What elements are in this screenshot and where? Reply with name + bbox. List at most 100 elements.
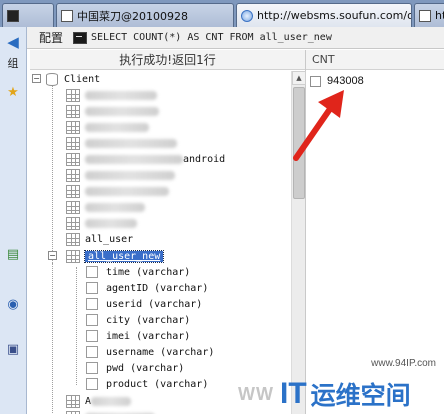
tree-line xyxy=(52,263,53,413)
tab-caidao[interactable]: 中国菜刀@20100928 xyxy=(56,3,234,27)
tree-table-item[interactable] xyxy=(66,135,177,151)
tree-column-item[interactable]: username (varchar) xyxy=(86,344,214,360)
tree-node-label: agentID (varchar) xyxy=(106,282,209,294)
tree-node-label: Client xyxy=(64,73,101,85)
table-icon xyxy=(66,88,80,102)
tree-column-item[interactable]: pwd (varchar) xyxy=(86,360,184,376)
watermark-it: IT xyxy=(279,377,307,410)
column-icon xyxy=(86,378,98,390)
computer-icon[interactable]: ▣ xyxy=(4,340,22,358)
tree-table-item[interactable] xyxy=(66,103,159,119)
table-icon xyxy=(66,200,80,214)
table-icon xyxy=(66,152,80,166)
tree-column-item[interactable]: agentID (varchar) xyxy=(86,280,208,296)
redacted-label xyxy=(85,170,175,180)
redacted-label xyxy=(85,106,159,116)
tree-column-item[interactable]: userid (varchar) xyxy=(86,296,202,312)
tree-table-all-user-new[interactable]: all_user_new xyxy=(66,248,165,264)
collapse-icon[interactable]: − xyxy=(48,251,57,260)
tree-column-item[interactable]: product (varchar) xyxy=(86,376,208,392)
column-icon xyxy=(86,346,98,358)
annotation-arrow-icon xyxy=(293,90,344,161)
back-arrow-icon[interactable]: ◀ xyxy=(4,33,22,51)
table-icon xyxy=(66,168,80,182)
tree-node-label: time (varchar) xyxy=(106,266,191,278)
column-icon xyxy=(86,362,98,374)
column-icon xyxy=(86,330,98,342)
tree-node-label: pwd (varchar) xyxy=(106,362,185,374)
database-tree: − Client android all_user − all_user_new xyxy=(30,71,291,414)
tree-node-label: all_user xyxy=(85,233,134,245)
tab-terminal[interactable] xyxy=(2,3,54,27)
tree-node-label: android xyxy=(183,153,226,165)
tab-label: 中国菜刀@20100928 xyxy=(77,9,188,23)
column-icon xyxy=(86,282,98,294)
redacted-label xyxy=(85,202,145,212)
table-icon xyxy=(66,394,80,408)
tree-node-label: username (varchar) xyxy=(106,346,215,358)
watermark-www: WW xyxy=(238,383,274,404)
redacted-label xyxy=(85,186,169,196)
favorites-star-icon[interactable]: ★ xyxy=(4,83,22,101)
database-icon xyxy=(46,72,58,86)
table-icon xyxy=(66,410,80,414)
tree-node-label: imei (varchar) xyxy=(106,330,191,342)
result-column-header[interactable]: CNT xyxy=(306,50,444,70)
tab-websms[interactable]: http://websms.soufun.com/o... xyxy=(236,3,412,27)
redacted-label xyxy=(85,218,137,228)
tree-table-item[interactable] xyxy=(66,167,175,183)
collapse-icon[interactable]: − xyxy=(32,74,41,83)
tree-table-item[interactable] xyxy=(66,199,145,215)
column-icon xyxy=(86,298,98,310)
config-button[interactable]: 配置 xyxy=(27,29,73,46)
tree-node-label: city (varchar) xyxy=(106,314,191,326)
redacted-label xyxy=(85,122,149,132)
tree-table-all-user[interactable]: all_user xyxy=(66,231,133,247)
watermark-logo: WW IT 运维空间 xyxy=(238,374,411,414)
terminal-icon xyxy=(7,9,19,22)
network-icon[interactable]: ◉ xyxy=(4,295,22,313)
redacted-label xyxy=(91,396,132,406)
tab-http[interactable]: http xyxy=(414,3,444,27)
table-icon xyxy=(66,232,80,246)
page-icon xyxy=(61,9,73,22)
folder-icon[interactable]: ▤ xyxy=(4,245,22,263)
tree-table-item[interactable] xyxy=(66,87,157,103)
table-icon xyxy=(66,249,80,263)
table-icon xyxy=(66,136,80,150)
tree-column-item[interactable]: imei (varchar) xyxy=(86,328,190,344)
redacted-label xyxy=(85,90,157,100)
query-status-header: 执行成功!返回1行 xyxy=(30,50,305,70)
tree-node-label: all_user_new xyxy=(83,249,165,263)
tree-table-item[interactable] xyxy=(66,119,149,135)
scroll-up-icon[interactable]: ▲ xyxy=(292,71,306,85)
tree-node-label: userid (varchar) xyxy=(106,298,203,310)
tree-table-item[interactable] xyxy=(66,215,137,231)
tree-column-item[interactable]: time (varchar) xyxy=(86,264,190,280)
tree-node-label: product (varchar) xyxy=(106,378,209,390)
tree-line xyxy=(52,83,53,263)
query-toolbar: 配置 SELECT COUNT(*) AS CNT FROM all_user_… xyxy=(27,27,444,49)
redacted-label xyxy=(85,138,177,148)
side-label: 组 xyxy=(7,57,19,70)
table-icon xyxy=(66,120,80,134)
browser-tab-bar: 中国菜刀@20100928 http://websms.soufun.com/o… xyxy=(0,0,444,27)
table-icon xyxy=(66,104,80,118)
tree-column-item[interactable]: city (varchar) xyxy=(86,312,190,328)
column-icon xyxy=(86,266,98,278)
sql-query-input[interactable]: SELECT COUNT(*) AS CNT FROM all_user_new xyxy=(91,32,332,43)
table-icon xyxy=(66,216,80,230)
tree-table-item[interactable]: android xyxy=(66,151,225,167)
tree-table-item[interactable]: A xyxy=(66,393,132,409)
tree-table-item[interactable] xyxy=(66,409,155,414)
watermark-url: www.94IP.com xyxy=(371,358,436,369)
tab-label: http://websms.soufun.com/o... xyxy=(257,9,412,22)
watermark-text: 运维空间 xyxy=(310,381,411,410)
redacted-label xyxy=(85,154,183,164)
tree-table-item[interactable] xyxy=(66,183,169,199)
table-icon xyxy=(66,184,80,198)
browser-side-strip: ◀ 组 ★ ▤ ◉ ▣ xyxy=(0,27,27,414)
tree-root-client[interactable]: Client xyxy=(46,71,100,87)
terminal-icon xyxy=(73,31,88,44)
tab-label: http xyxy=(435,9,444,22)
